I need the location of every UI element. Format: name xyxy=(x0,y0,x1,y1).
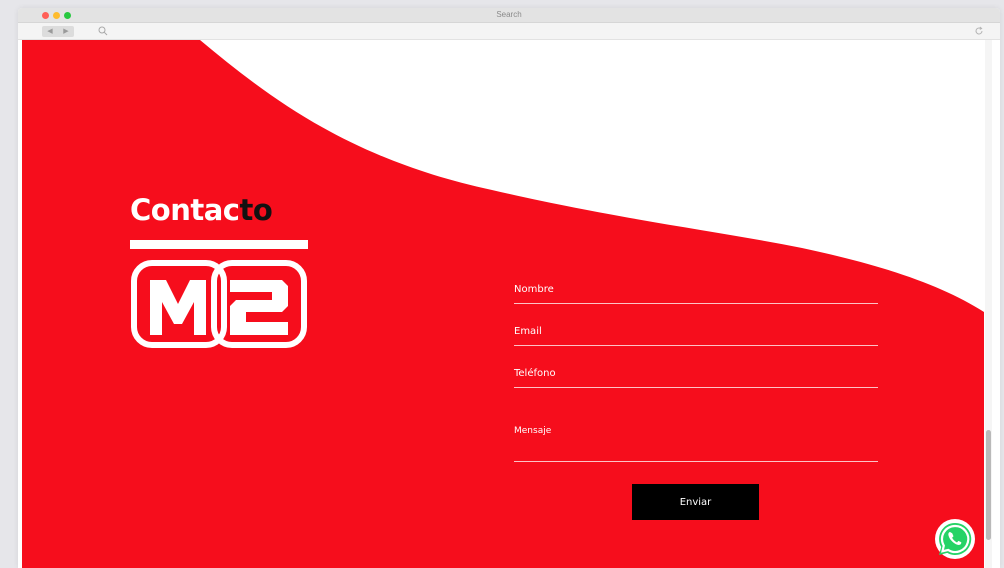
submit-button[interactable]: Enviar xyxy=(632,484,759,520)
whatsapp-icon[interactable] xyxy=(934,518,976,560)
message-field[interactable]: Mensaje xyxy=(514,398,878,462)
name-field-label: Nombre xyxy=(514,284,554,295)
nav-buttons: ◀ ▶ xyxy=(42,26,74,37)
window-title: Search xyxy=(496,10,522,19)
email-field[interactable]: Email xyxy=(514,314,878,346)
page-title-part-b: to xyxy=(239,193,273,227)
phone-field[interactable]: Teléfono xyxy=(514,356,878,388)
forward-button[interactable]: ▶ xyxy=(58,26,74,37)
reload-icon[interactable] xyxy=(974,26,984,36)
back-button[interactable]: ◀ xyxy=(42,26,58,37)
page-scrollbar[interactable] xyxy=(985,40,992,568)
name-field[interactable]: Nombre xyxy=(514,272,878,304)
m2-logo xyxy=(130,240,308,348)
phone-field-label: Teléfono xyxy=(514,368,556,379)
search-icon[interactable] xyxy=(98,26,108,36)
email-field-label: Email xyxy=(514,326,542,337)
scrollbar-thumb[interactable] xyxy=(986,430,991,540)
browser-toolbar: ◀ ▶ xyxy=(18,23,1000,40)
page-title-part-a: Contac xyxy=(130,193,240,227)
page-title: Contacto xyxy=(130,192,273,228)
title-bar: Search xyxy=(18,8,1000,23)
browser-window: Search ◀ ▶ Contacto Nombre Email Teléfon… xyxy=(18,8,1000,568)
page-viewport: Contacto Nombre Email Teléfono Mensaje E… xyxy=(22,40,984,568)
message-field-label: Mensaje xyxy=(514,426,552,436)
